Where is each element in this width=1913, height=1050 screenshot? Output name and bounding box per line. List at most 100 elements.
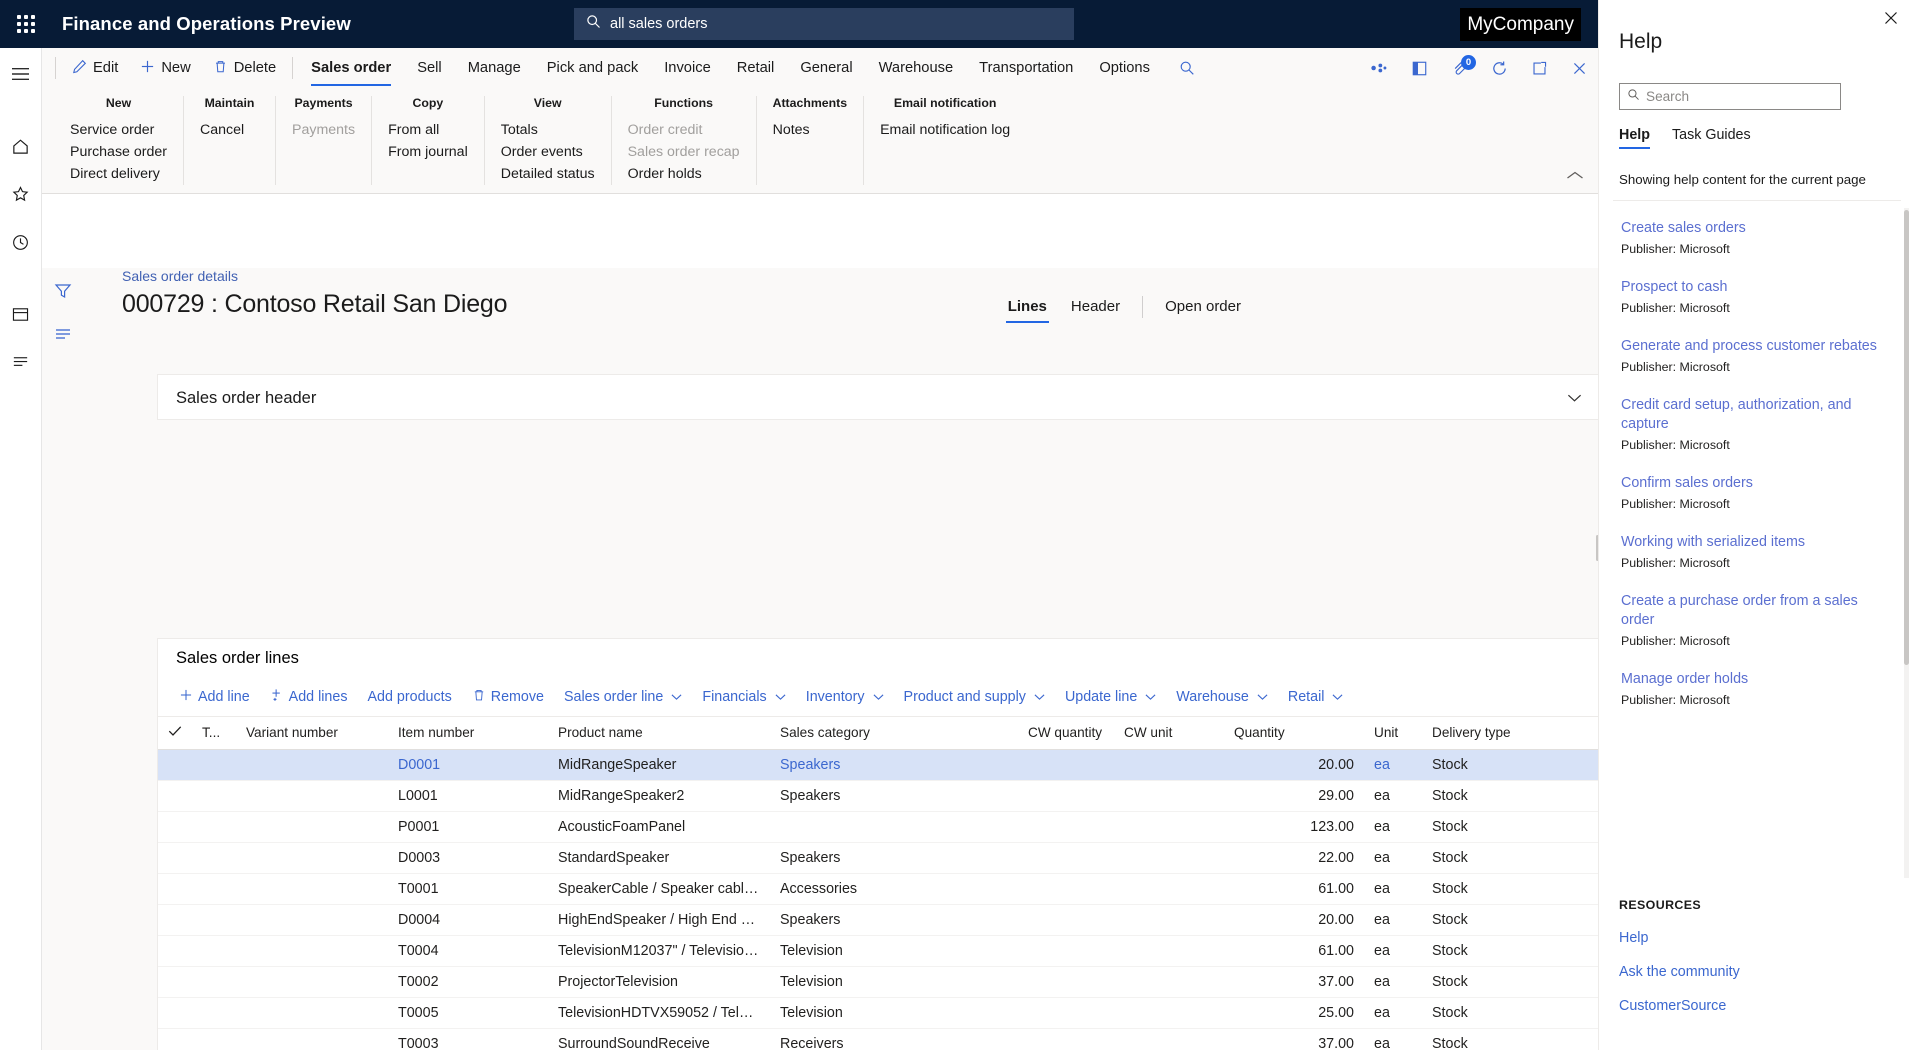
- row-select-cell[interactable]: [158, 842, 192, 874]
- cell-t[interactable]: [192, 997, 236, 1029]
- cell-t[interactable]: [192, 1028, 236, 1050]
- tab-options[interactable]: Options: [1086, 48, 1163, 88]
- cell-product_name[interactable]: AcousticFoamPanel: [548, 811, 770, 843]
- cell-item_number[interactable]: L0001: [388, 780, 548, 812]
- cell-cw_unit[interactable]: [1114, 811, 1224, 843]
- cell-product_name[interactable]: TelevisionM12037" / Television ...: [548, 935, 770, 967]
- recent-clock-icon[interactable]: [5, 226, 37, 258]
- cell-t[interactable]: [192, 873, 236, 905]
- table-row[interactable]: D0001 MidRangeSpeaker Speakers 20.00 ea Stock: [158, 749, 1598, 781]
- cell-cw_unit[interactable]: [1114, 997, 1224, 1029]
- grid-toolbar-warehouse[interactable]: Warehouse: [1167, 685, 1277, 709]
- table-row[interactable]: L0001 MidRangeSpeaker2 Speakers 29.00 ea Stoc…: [158, 780, 1598, 812]
- cell-sales_category[interactable]: Television: [770, 966, 1018, 998]
- help-article-link[interactable]: Create sales orders: [1621, 219, 1891, 238]
- sales-order-lines-grid[interactable]: T... Variant number Item number Product nam…: [157, 716, 1598, 1050]
- cell-delivery_type[interactable]: Stock: [1422, 780, 1598, 812]
- grid-toolbar-remove[interactable]: Remove: [463, 684, 553, 710]
- action-pane-search-icon[interactable]: [1163, 48, 1206, 88]
- cell-product_name[interactable]: SpeakerCable / Speaker cable 10: [548, 873, 770, 905]
- tab-lines[interactable]: Lines: [996, 294, 1059, 323]
- cell-variant_number[interactable]: [236, 873, 388, 905]
- grid-toolbar-update-line[interactable]: Update line: [1056, 685, 1165, 709]
- chevron-down-icon[interactable]: [1254, 689, 1268, 705]
- cell-item_number[interactable]: T0004: [388, 935, 548, 967]
- chevron-down-icon[interactable]: [1142, 689, 1156, 705]
- column-header-sales_category[interactable]: Sales category: [770, 717, 1018, 750]
- cell-t[interactable]: [192, 811, 236, 843]
- tab-pick-and-pack[interactable]: Pick and pack: [534, 48, 651, 88]
- table-row[interactable]: T0001 SpeakerCable / Speaker cable 10 Acce…: [158, 873, 1598, 905]
- column-header-unit[interactable]: Unit: [1364, 717, 1422, 750]
- cell-quantity[interactable]: 20.00: [1224, 904, 1364, 936]
- cell-product_name[interactable]: MidRangeSpeaker2: [548, 780, 770, 812]
- cell-cw_quantity[interactable]: [1018, 966, 1114, 998]
- column-header-product_name[interactable]: Product name: [548, 717, 770, 750]
- ribbon-item-detailed-status[interactable]: Detailed status: [501, 163, 595, 185]
- cell-unit[interactable]: ea: [1364, 904, 1422, 936]
- close-icon[interactable]: [1568, 57, 1590, 79]
- cell-product_name[interactable]: StandardSpeaker: [548, 842, 770, 874]
- cell-cw_quantity[interactable]: [1018, 842, 1114, 874]
- cell-cw_unit[interactable]: [1114, 935, 1224, 967]
- edit-button[interactable]: Edit: [61, 48, 129, 88]
- grid-toolbar-product-and-supply[interactable]: Product and supply: [895, 685, 1054, 709]
- help-scrollbar-thumb[interactable]: [1904, 210, 1909, 665]
- cell-sales_category[interactable]: Speakers: [770, 904, 1018, 936]
- tab-sell[interactable]: Sell: [404, 48, 455, 88]
- filter-icon[interactable]: [54, 282, 72, 305]
- cell-cw_unit[interactable]: [1114, 873, 1224, 905]
- cell-unit[interactable]: ea: [1364, 780, 1422, 812]
- cell-sales_category[interactable]: Receivers: [770, 1028, 1018, 1050]
- modules-list-icon[interactable]: [5, 346, 37, 378]
- cell-quantity[interactable]: 29.00: [1224, 780, 1364, 812]
- cell-quantity[interactable]: 123.00: [1224, 811, 1364, 843]
- tab-retail[interactable]: Retail: [724, 48, 788, 88]
- cell-delivery_type[interactable]: Stock: [1422, 997, 1598, 1029]
- cell-sales_category[interactable]: Accessories: [770, 873, 1018, 905]
- cell-quantity[interactable]: 37.00: [1224, 1028, 1364, 1050]
- cell-variant_number[interactable]: [236, 842, 388, 874]
- cell-cw_unit[interactable]: [1114, 966, 1224, 998]
- company-selector[interactable]: MyCompany: [1460, 8, 1581, 41]
- cell-item_number[interactable]: D0001: [388, 749, 548, 781]
- cell-cw_quantity[interactable]: [1018, 904, 1114, 936]
- row-select-cell[interactable]: [158, 997, 192, 1029]
- cell-item_number[interactable]: P0001: [388, 811, 548, 843]
- column-header-cw_quantity[interactable]: CW quantity: [1018, 717, 1114, 750]
- cell-t[interactable]: [192, 749, 236, 781]
- cell-cw_quantity[interactable]: [1018, 935, 1114, 967]
- cell-item_number[interactable]: T0002: [388, 966, 548, 998]
- cell-unit[interactable]: ea: [1364, 873, 1422, 905]
- cell-cw_unit[interactable]: [1114, 842, 1224, 874]
- close-icon[interactable]: [1883, 10, 1899, 31]
- cell-variant_number[interactable]: [236, 749, 388, 781]
- tab-manage[interactable]: Manage: [455, 48, 534, 88]
- cell-cw_unit[interactable]: [1114, 749, 1224, 781]
- cell-cw_quantity[interactable]: [1018, 780, 1114, 812]
- cell-t[interactable]: [192, 780, 236, 812]
- table-row[interactable]: D0003 StandardSpeaker Speakers 22.00 ea Stock: [158, 842, 1598, 874]
- grid-toolbar-sales-order-line[interactable]: Sales order line: [555, 685, 691, 709]
- table-row[interactable]: T0003 SurroundSoundReceive Receivers 37.00 e…: [158, 1028, 1598, 1050]
- resource-link-help[interactable]: Help: [1619, 930, 1648, 946]
- tab-invoice[interactable]: Invoice: [651, 48, 724, 88]
- table-row[interactable]: D0004 HighEndSpeaker / High End Spe... Spe…: [158, 904, 1598, 936]
- column-header-t[interactable]: T...: [192, 717, 236, 750]
- ribbon-item-cancel[interactable]: Cancel: [200, 119, 259, 141]
- help-article-link[interactable]: Create a purchase order from a sales ord…: [1621, 592, 1891, 630]
- cell-variant_number[interactable]: [236, 811, 388, 843]
- popout-icon[interactable]: [1528, 57, 1550, 79]
- tab-header[interactable]: Header: [1059, 294, 1132, 319]
- cell-delivery_type[interactable]: Stock: [1422, 904, 1598, 936]
- cell-cw_quantity[interactable]: [1018, 997, 1114, 1029]
- cell-delivery_type[interactable]: Stock: [1422, 935, 1598, 967]
- cell-quantity[interactable]: 22.00: [1224, 842, 1364, 874]
- row-select-cell[interactable]: [158, 811, 192, 843]
- help-article-link[interactable]: Working with serialized items: [1621, 533, 1891, 552]
- ribbon-item-from-all[interactable]: From all: [388, 119, 468, 141]
- cell-unit[interactable]: ea: [1364, 935, 1422, 967]
- help-article-link[interactable]: Confirm sales orders: [1621, 474, 1891, 493]
- ribbon-item-direct-delivery[interactable]: Direct delivery: [70, 163, 167, 185]
- ribbon-item-totals[interactable]: Totals: [501, 119, 595, 141]
